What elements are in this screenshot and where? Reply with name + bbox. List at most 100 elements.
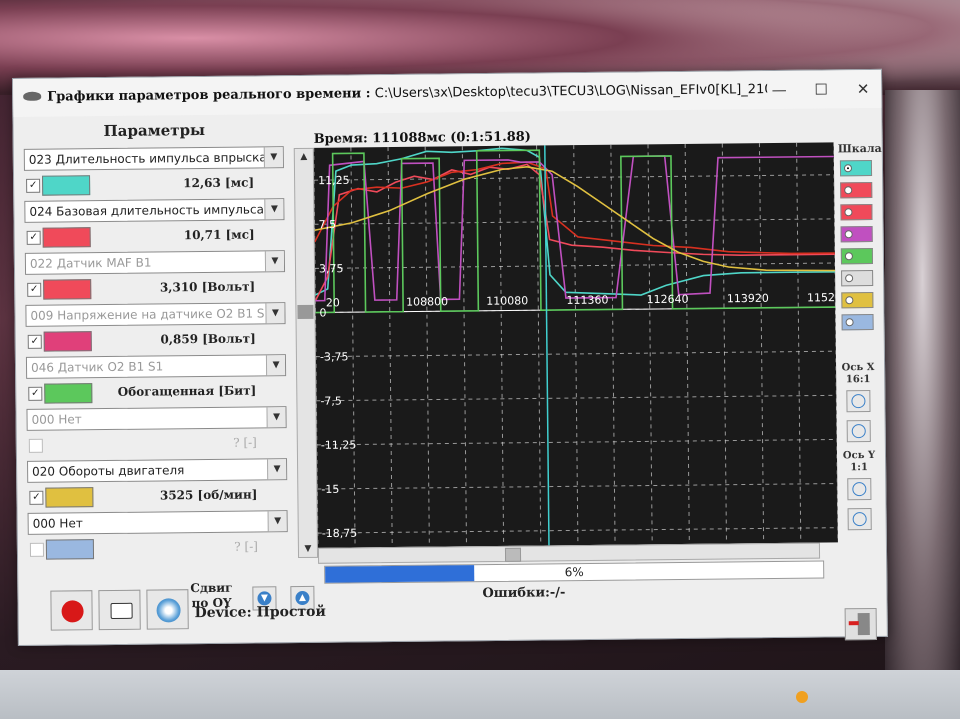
scale-radio[interactable] — [843, 164, 853, 173]
scale-select-box[interactable] — [839, 159, 873, 177]
parameter-value: ? [-] — [233, 435, 257, 450]
parameter-select[interactable]: 023 Длительность импульса впрыска ▼ — [23, 146, 284, 171]
chart-area[interactable]: 11,25 7,5 3,75 0 -3,75 -7,5 -11,25 -15 -18,75 20 1… — [313, 142, 849, 548]
scale-radio[interactable] — [845, 318, 854, 327]
color-swatch[interactable] — [42, 227, 91, 248]
scale-select-box[interactable] — [841, 269, 874, 287]
scale-select-box[interactable] — [841, 291, 874, 309]
horizontal-scroll-thumb[interactable] — [504, 547, 522, 562]
scroll-down-icon[interactable]: ▼ — [299, 541, 317, 557]
zoom-x-in-button[interactable] — [846, 390, 871, 413]
scale-radio[interactable] — [844, 208, 853, 217]
sun-icon — [796, 691, 808, 703]
parameter-select[interactable]: 000 Нет ▼ — [26, 406, 287, 431]
title-bar[interactable]: Графики параметров реального времени : C… — [13, 69, 882, 117]
parameter-row: ✓ Обогащенная [Бит] — [26, 380, 286, 405]
save-button[interactable] — [146, 589, 189, 630]
scale-panel: Шкала Ось X 16:1 Ось Y 1:1 — [834, 141, 883, 641]
parameter-checkbox[interactable] — [28, 438, 43, 453]
grid-line-vertical — [721, 143, 727, 544]
scale-select-box[interactable] — [841, 313, 874, 331]
x-tick-label: 113920 — [727, 292, 769, 305]
color-swatch[interactable] — [43, 331, 92, 352]
x-tick-label: 110080 — [486, 294, 528, 307]
taskbar — [0, 670, 960, 719]
vertical-scroll-thumb[interactable] — [297, 304, 314, 320]
chevron-down-icon[interactable]: ▼ — [267, 511, 287, 532]
parameter-checkbox[interactable]: ✓ — [28, 386, 43, 401]
parameters-header: Параметры — [103, 120, 206, 141]
scale-select-box[interactable] — [840, 181, 873, 199]
axis-x-label: Ось X 16:1 — [841, 361, 875, 386]
scale-select-box[interactable] — [840, 247, 873, 265]
parameter-select[interactable]: 009 Напряжение на датчике O2 B1 S1 ▼ — [25, 302, 286, 327]
record-button[interactable] — [50, 590, 93, 631]
parameter-checkbox[interactable]: ✓ — [29, 490, 44, 505]
exit-arrow-icon — [848, 621, 859, 626]
x-tick-label: 112640 — [647, 293, 689, 306]
scale-label: Шкала — [837, 141, 882, 156]
parameter-checkbox[interactable] — [29, 542, 45, 557]
exit-button[interactable] — [844, 607, 877, 641]
scale-radio[interactable] — [845, 296, 854, 305]
zoom-y-in-button[interactable] — [847, 478, 872, 501]
zoom-x-out-button[interactable] — [846, 420, 871, 443]
series-line-1 — [314, 163, 835, 302]
open-button[interactable] — [98, 589, 141, 631]
parameter-value: 12,63 [мс] — [183, 175, 255, 191]
x-tick-label: 108800 — [406, 295, 448, 308]
zoom-y-out-button[interactable] — [847, 508, 872, 531]
grid-line-vertical — [610, 144, 616, 545]
color-swatch[interactable] — [43, 279, 92, 300]
record-icon — [61, 600, 84, 623]
chevron-down-icon[interactable]: ▼ — [266, 407, 286, 428]
folder-icon — [110, 602, 133, 619]
chevron-down-icon[interactable]: ▼ — [263, 147, 283, 168]
scale-radio[interactable] — [844, 186, 853, 195]
parameter-value: ? [-] — [234, 539, 258, 554]
scale-radio[interactable] — [844, 230, 853, 239]
parameter-checkbox[interactable]: ✓ — [26, 178, 41, 193]
parameter-checkbox[interactable]: ✓ — [27, 334, 42, 349]
scale-select-box[interactable] — [840, 203, 873, 221]
parameter-checkbox[interactable]: ✓ — [27, 282, 42, 297]
chevron-down-icon[interactable]: ▼ — [265, 303, 285, 324]
parameter-value: 3,310 [Вольт] — [159, 279, 256, 295]
parameter-select[interactable]: 046 Датчик O2 B1 S1 ▼ — [25, 354, 287, 379]
photo-background-right — [885, 90, 960, 719]
scroll-up-icon[interactable]: ▲ — [295, 149, 313, 165]
color-swatch[interactable] — [45, 487, 94, 508]
color-swatch[interactable] — [44, 383, 93, 404]
parameter-select[interactable]: 000 Нет ▼ — [27, 510, 288, 535]
scale-select-box[interactable] — [840, 225, 873, 243]
disk-icon — [156, 598, 181, 623]
close-button[interactable]: ✕ — [853, 80, 873, 98]
y-tick-label: 7,5 — [318, 218, 336, 231]
grid-line-vertical — [758, 143, 765, 544]
weather-widget[interactable] — [796, 690, 812, 703]
chevron-down-icon[interactable]: ▼ — [264, 251, 285, 272]
maximize-button[interactable]: ☐ — [811, 80, 831, 98]
parameter-select[interactable]: 020 Обороты двигателя ▼ — [27, 458, 288, 483]
chevron-down-icon[interactable]: ▼ — [264, 199, 284, 220]
scale-radio[interactable] — [844, 252, 853, 261]
color-swatch[interactable] — [42, 175, 91, 196]
color-swatch[interactable] — [45, 539, 95, 560]
time-readout: Время: 111088мс (0:1:51.88) — [313, 129, 532, 147]
y-tick-label: 11,25 — [318, 174, 350, 187]
grid-line-vertical — [684, 143, 690, 544]
x-tick-label: 111360 — [566, 293, 608, 306]
axis-y-label: Ось Y 1:1 — [842, 449, 876, 474]
minimize-button[interactable]: — — [769, 81, 789, 99]
parameter-checkbox[interactable]: ✓ — [26, 230, 41, 245]
chevron-down-icon[interactable]: ▼ — [267, 459, 287, 480]
parameter-row: ? [-] — [28, 536, 288, 561]
parameter-select[interactable]: 024 Базовая длительность импульса ▼ — [24, 198, 285, 223]
realtime-chart[interactable]: 11,257,53,750-3,75-7,5-11,25-15-18,7520 1… — [313, 142, 849, 548]
chevron-down-icon[interactable]: ▼ — [265, 355, 286, 376]
scale-radio[interactable] — [845, 274, 854, 283]
parameter-row: ✓ 3525 [об/мин] — [27, 484, 287, 509]
parameter-row: ? [-] — [27, 432, 287, 457]
errors-label: Ошибки:-/- — [482, 585, 566, 602]
parameter-select[interactable]: 022 Датчик MAF B1 ▼ — [24, 250, 286, 275]
